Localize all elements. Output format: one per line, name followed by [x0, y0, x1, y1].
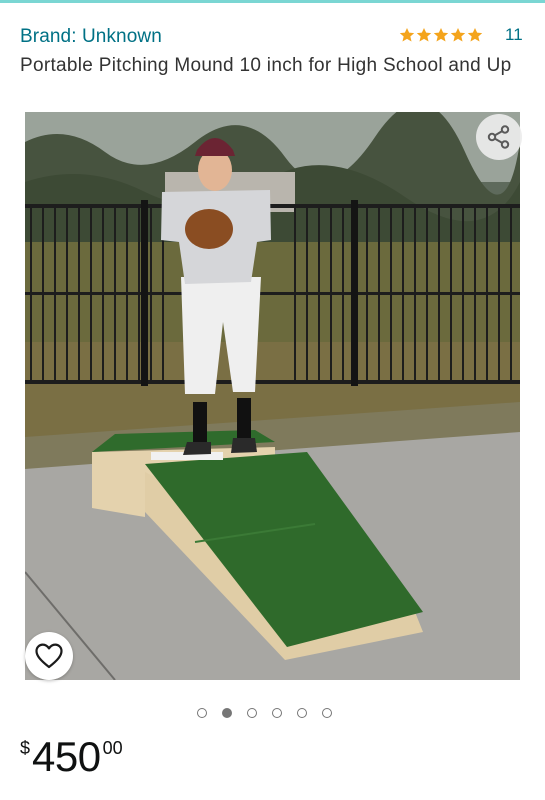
rating-count[interactable]: 11 [505, 25, 523, 45]
pagination-dot[interactable] [247, 708, 257, 718]
image-pagination [197, 708, 332, 718]
star-icon [399, 28, 415, 42]
heart-icon [35, 643, 63, 669]
product-photo [25, 112, 520, 680]
price-symbol: $ [20, 738, 31, 758]
brand-link[interactable]: Brand: Unknown [20, 26, 162, 48]
rating[interactable]: 11 [399, 25, 523, 45]
pagination-dot[interactable] [197, 708, 207, 718]
share-icon [487, 125, 510, 149]
pagination-dot-active[interactable] [222, 708, 232, 718]
star-rating [399, 27, 483, 43]
price: $ 450 00 [20, 733, 123, 781]
price-fraction: 00 [102, 738, 123, 758]
share-button[interactable] [476, 114, 522, 160]
star-icon [450, 28, 466, 42]
pagination-dot[interactable] [322, 708, 332, 718]
top-accent-bar [0, 0, 545, 3]
star-icon [467, 28, 483, 42]
product-title: Portable Pitching Mound 10 inch for High… [20, 55, 512, 76]
star-icon [416, 28, 432, 42]
favorite-button[interactable] [25, 632, 73, 680]
star-icon [433, 28, 449, 42]
price-whole: 450 [32, 733, 101, 780]
product-image[interactable] [25, 112, 520, 680]
pagination-dot[interactable] [297, 708, 307, 718]
pagination-dot[interactable] [272, 708, 282, 718]
